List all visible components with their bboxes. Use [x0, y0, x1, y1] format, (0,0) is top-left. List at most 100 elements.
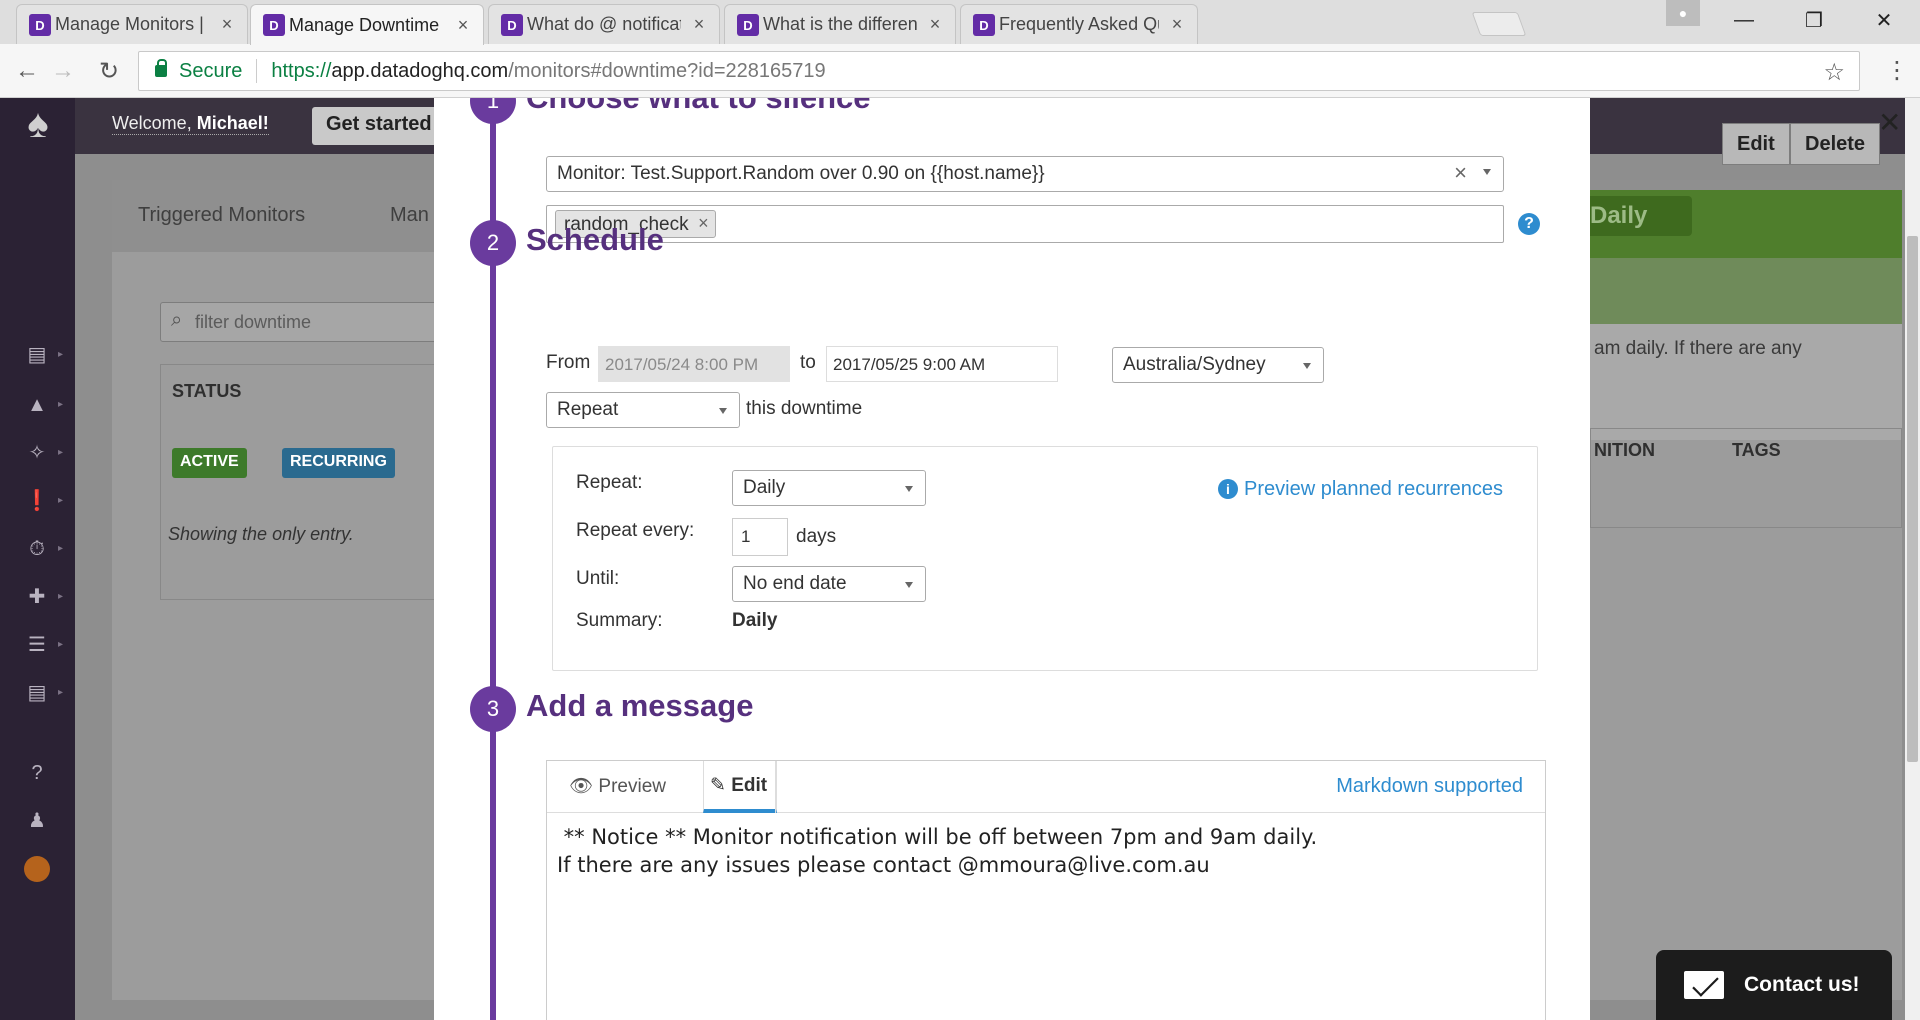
main-sidebar: ♠ ▤ ▸ ▲ ▸ ✧ ▸ ❗ ▸ ⏱ ▸ ✚ ▸ ☰ ▸ ▤ ▸ ? ♟ [0, 98, 75, 1020]
avatar[interactable] [24, 856, 50, 882]
bg-delete-button: Delete [1790, 123, 1881, 165]
omnibox-divider [256, 59, 258, 83]
monitor-select[interactable]: Monitor: Test.Support.Random over 0.90 o… [546, 156, 1504, 192]
browser-tab-faq[interactable]: D Frequently Asked Questio × [960, 4, 1198, 44]
metrics-icon[interactable]: ⏱ ▸ [24, 536, 63, 562]
datadog-logo-icon[interactable]: ♠ [14, 102, 62, 158]
dashboards-icon[interactable]: ▲ ▸ [24, 392, 63, 418]
bookmark-star-icon[interactable]: ☆ [1823, 58, 1845, 87]
group-tag-input[interactable]: random_check × [546, 205, 1504, 243]
new-tab-button[interactable] [1471, 12, 1527, 36]
step-2-number: 2 [470, 220, 516, 266]
browser-toolbar: ← → ↻ Secure https://app.datadoghq.com/m… [0, 44, 1920, 98]
step-3-number: 3 [470, 686, 516, 732]
integrations-icon[interactable]: ✚ ▸ [24, 584, 63, 610]
bg-badge-recurring: RECURRING [282, 448, 395, 478]
message-textarea[interactable]: ** Notice ** Monitor notification will b… [557, 823, 1527, 879]
tab-edit-label: Edit [731, 775, 768, 796]
repeat-frequency-select[interactable]: Daily [732, 470, 926, 506]
tab-close-icon[interactable]: × [219, 14, 235, 35]
tab-preview[interactable]: 👁 Preview [563, 761, 672, 813]
minimize-icon[interactable]: — [1714, 0, 1774, 40]
chevron-down-icon [1303, 363, 1311, 369]
until-select[interactable]: No end date [732, 566, 926, 602]
bg-tab-manage: Man [390, 204, 429, 226]
until-value: No end date [743, 573, 847, 594]
tab-divider [775, 761, 776, 813]
repeat-suffix-label: this downtime [746, 398, 863, 419]
preview-recurrences-link[interactable]: i Preview planned recurrences [1218, 478, 1503, 501]
downtime-modal: 1 Choose what to silence Monitor: Test.S… [434, 98, 1590, 1020]
repeat-mode-select[interactable]: Repeat [546, 392, 740, 428]
welcome-text[interactable]: Welcome, Michael! [112, 113, 269, 135]
url-path: /monitors#downtime?id=228165719 [508, 59, 826, 82]
tab-close-icon[interactable]: × [691, 14, 707, 35]
window-close-icon[interactable]: ✕ [1854, 0, 1914, 40]
tab-title: Frequently Asked Questio [999, 14, 1159, 34]
notebooks-icon[interactable]: ▤ ▸ [24, 680, 63, 706]
team-icon[interactable]: ♟ [24, 808, 50, 834]
infrastructure-icon[interactable]: ✧ ▸ [24, 440, 63, 466]
datadog-favicon-icon: D [263, 14, 285, 36]
step-1-title: Choose what to silence [526, 98, 871, 116]
reload-icon[interactable]: ↻ [94, 56, 124, 86]
monitors-icon[interactable]: ❗ ▸ [24, 488, 63, 514]
chevron-down-icon [719, 408, 727, 414]
modal-close-icon[interactable]: ✕ [1878, 106, 1901, 139]
remove-tag-icon[interactable]: × [698, 213, 709, 234]
events-icon[interactable]: ▤ ▸ [24, 342, 63, 368]
bg-message-text: am daily. If there are any [1594, 338, 1802, 359]
address-bar[interactable]: Secure https://app.datadoghq.com/monitor… [138, 51, 1860, 91]
monitor-select-value: Monitor: Test.Support.Random over 0.90 o… [557, 163, 1045, 184]
page-scrollbar-thumb[interactable] [1907, 236, 1918, 762]
browser-tab-manage-downtime[interactable]: D Manage Downtime | Datad × [250, 4, 484, 45]
bg-col-tags: TAGS [1732, 440, 1781, 460]
to-label: to [800, 352, 816, 373]
tab-title: Manage Monitors | Datad [55, 14, 209, 34]
datadog-favicon-icon: D [737, 14, 759, 36]
tab-close-icon[interactable]: × [1169, 14, 1185, 35]
bg-showing-entry: Showing the only entry. [168, 524, 354, 544]
bg-tab-triggered: Triggered Monitors [138, 204, 306, 226]
tab-close-icon[interactable]: × [455, 15, 471, 36]
tab-title: What do @ notifications [527, 14, 681, 34]
tab-preview-label: Preview [598, 776, 666, 797]
repeat-every-unit: days [796, 526, 837, 547]
until-label: Until: [576, 568, 620, 589]
url-host: app.datadoghq.com [331, 59, 509, 82]
forward-arrow-icon[interactable]: → [48, 56, 78, 86]
to-datetime-input[interactable]: 2017/05/25 9:00 AM [826, 346, 1058, 382]
markdown-supported-link[interactable]: Markdown supported [1336, 775, 1523, 798]
contact-us-button[interactable]: Contact us! [1656, 950, 1892, 1020]
browser-tab-manage-monitors[interactable]: D Manage Monitors | Datad × [16, 4, 248, 44]
secure-label: Secure [179, 59, 243, 82]
clear-selection-icon[interactable]: × [1454, 160, 1467, 186]
back-arrow-icon[interactable]: ← [12, 56, 42, 86]
tab-edit[interactable]: ✎ Edit [703, 761, 777, 813]
browser-tab-notifications[interactable]: D What do @ notifications × [488, 4, 720, 44]
info-icon: i [1218, 479, 1238, 499]
help-question-icon[interactable]: ? [1518, 213, 1540, 235]
bg-edit-button: Edit [1722, 123, 1790, 165]
step-2-title: Schedule [526, 222, 664, 257]
timezone-select[interactable]: Australia/Sydney [1112, 347, 1324, 383]
bg-status-header: STATUS [172, 381, 242, 401]
datadog-favicon-icon: D [29, 14, 51, 36]
chevron-down-icon [905, 582, 913, 588]
from-datetime-input[interactable]: 2017/05/24 8:00 PM [598, 346, 790, 382]
timezone-value: Australia/Sydney [1123, 354, 1266, 375]
logs-icon[interactable]: ☰ ▸ [24, 632, 63, 658]
datadog-favicon-icon: D [973, 14, 995, 36]
browser-menu-icon[interactable]: ⋮ [1882, 56, 1912, 86]
profile-icon[interactable]: ● [1666, 0, 1700, 26]
browser-tab-difference[interactable]: D What is the difference be × [724, 4, 956, 44]
help-icon[interactable]: ? [24, 760, 50, 786]
get-started-button[interactable]: Get started [312, 107, 442, 145]
tab-title: Manage Downtime | Datad [289, 14, 445, 35]
tab-close-icon[interactable]: × [927, 14, 943, 35]
edit-icon: ✎ [710, 775, 726, 796]
restore-icon[interactable]: ❐ [1784, 0, 1844, 40]
message-tabs: 👁 Preview ✎ Edit Markdown supported [547, 761, 1545, 813]
repeat-every-input[interactable]: 1 [732, 518, 788, 556]
bg-filter-input: filter downtime [160, 302, 450, 342]
